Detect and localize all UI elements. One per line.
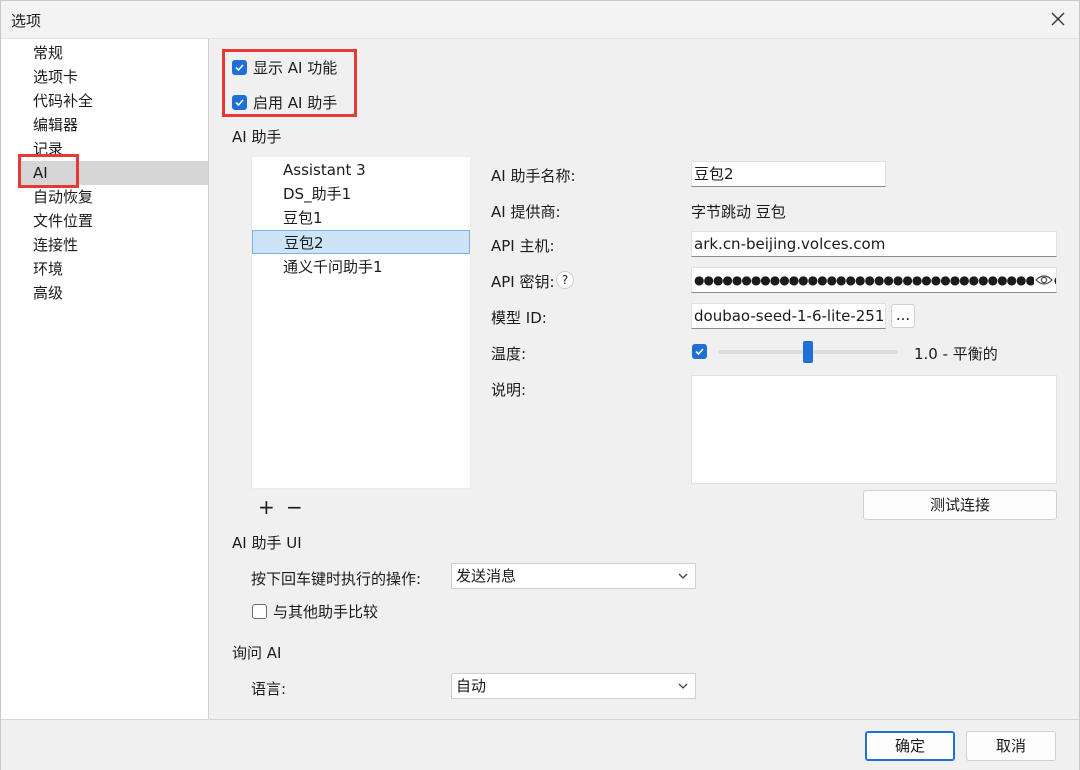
language-value: 自动	[456, 677, 487, 695]
temperature-slider[interactable]	[718, 341, 898, 363]
assistant-list[interactable]: Assistant 3 DS_助手1 豆包1 豆包2 通义千问助手1	[251, 156, 471, 489]
checkmark-icon	[235, 64, 244, 72]
enable-assistant-label: 启用 AI 助手	[253, 94, 338, 112]
sidebar-item-tabs[interactable]: 选项卡	[19, 65, 209, 89]
compare-checkbox-row[interactable]: 与其他助手比较	[252, 601, 378, 622]
checkmark-icon	[695, 348, 704, 356]
cancel-button[interactable]: 取消	[966, 731, 1056, 761]
assistant-item[interactable]: Assistant 3	[252, 158, 470, 182]
test-connection-button[interactable]: 测试连接	[863, 490, 1057, 520]
temperature-label: 温度:	[491, 345, 527, 363]
enter-action-value: 发送消息	[456, 567, 517, 585]
host-label: API 主机:	[491, 237, 555, 255]
ask-section-title: 询问 AI	[232, 644, 282, 662]
chevron-down-icon	[678, 573, 688, 579]
temperature-checkbox[interactable]	[692, 344, 707, 359]
sidebar-item-code-completion[interactable]: 代码补全	[19, 89, 209, 113]
compare-checkbox[interactable]	[252, 604, 267, 619]
key-help-icon[interactable]: ?	[556, 271, 574, 289]
sidebar-item-advanced[interactable]: 高级	[19, 281, 209, 305]
provider-value: 字节跳动 豆包	[691, 203, 786, 221]
window-title: 选项	[11, 12, 42, 30]
temperature-value-text: 1.0 - 平衡的	[914, 345, 998, 363]
language-select[interactable]: 自动	[451, 673, 696, 699]
host-input[interactable]: ark.cn-beijing.volces.com	[691, 231, 1057, 257]
assistant-item[interactable]: 通义千问助手1	[252, 255, 470, 279]
ok-button[interactable]: 确定	[865, 731, 955, 761]
eye-icon	[1035, 275, 1053, 285]
checkmark-icon	[235, 99, 244, 107]
enable-assistant-checkbox-row[interactable]: 启用 AI 助手	[232, 92, 337, 113]
compare-label: 与其他助手比较	[273, 603, 379, 621]
dialog-footer: 确定 取消	[1, 719, 1079, 770]
sidebar: 常规 选项卡 代码补全 编辑器 记录 AI 自动恢复 文件位置 连接性 环境 高…	[1, 39, 209, 719]
options-dialog: 选项 常规 选项卡 代码补全 编辑器 记录 AI 自动恢复 文件位置 连接性 环…	[0, 0, 1080, 770]
key-input[interactable]: ●●●●●●●●●●●●●●●●●●●●●●●●●●●●●●●●●●●●●●●	[691, 267, 1057, 293]
add-assistant-button[interactable]: +	[258, 495, 275, 519]
sidebar-item-logging[interactable]: 记录	[19, 137, 209, 161]
sidebar-item-general[interactable]: 常规	[19, 41, 209, 65]
slider-thumb[interactable]	[803, 341, 813, 363]
model-browse-button[interactable]: ...	[891, 304, 915, 328]
sidebar-item-file-locations[interactable]: 文件位置	[19, 209, 209, 233]
description-textarea[interactable]	[691, 375, 1057, 484]
name-input[interactable]: 豆包2	[691, 161, 886, 187]
enter-action-label: 按下回车键时执行的操作:	[251, 570, 422, 588]
show-ai-checkbox[interactable]	[232, 60, 247, 75]
assistant-item-selected[interactable]: 豆包2	[252, 230, 470, 254]
model-input[interactable]: doubao-seed-1-6-lite-2510	[691, 303, 886, 329]
language-label: 语言:	[251, 680, 287, 698]
ui-section-title: AI 助手 UI	[232, 534, 302, 552]
name-label: AI 助手名称:	[491, 167, 576, 185]
model-label: 模型 ID:	[491, 309, 547, 327]
key-label: API 密钥:	[491, 273, 555, 291]
enter-action-select[interactable]: 发送消息	[451, 563, 696, 589]
show-ai-checkbox-row[interactable]: 显示 AI 功能	[232, 57, 337, 78]
provider-label: AI 提供商:	[491, 203, 561, 221]
sidebar-item-editor[interactable]: 编辑器	[19, 113, 209, 137]
sidebar-item-ai[interactable]: AI	[19, 161, 208, 185]
sidebar-item-autorecover[interactable]: 自动恢复	[19, 185, 209, 209]
sidebar-item-environment[interactable]: 环境	[19, 257, 209, 281]
chevron-down-icon	[678, 683, 688, 689]
close-button[interactable]	[1043, 5, 1073, 33]
close-icon	[1051, 12, 1065, 26]
assistant-item[interactable]: 豆包1	[252, 206, 470, 230]
assistant-section-title: AI 助手	[232, 128, 282, 146]
assistant-item[interactable]: DS_助手1	[252, 182, 470, 206]
sidebar-item-connectivity[interactable]: 连接性	[19, 233, 209, 257]
remove-assistant-button[interactable]: −	[286, 495, 303, 519]
show-ai-label: 显示 AI 功能	[253, 59, 338, 77]
enable-assistant-checkbox[interactable]	[232, 95, 247, 110]
description-label: 说明:	[491, 381, 527, 399]
title-bar: 选项	[1, 1, 1079, 39]
show-password-button[interactable]	[1034, 271, 1054, 289]
